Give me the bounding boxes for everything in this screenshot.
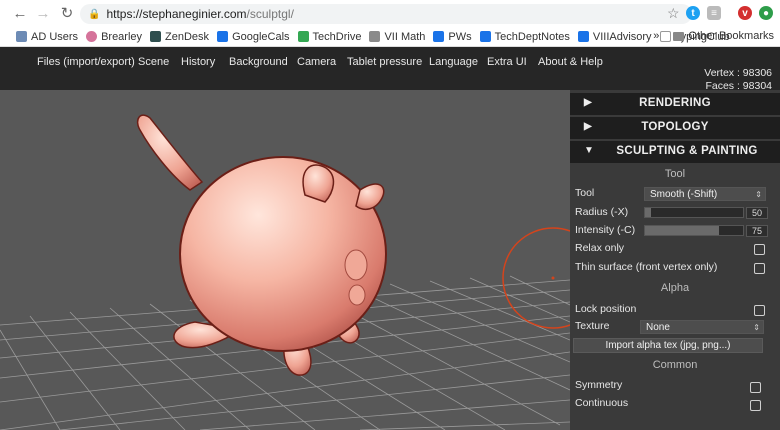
- thin-surface-checkbox[interactable]: [754, 263, 765, 274]
- texture-label: Texture: [575, 320, 610, 332]
- bookmark-label: PWs: [448, 30, 472, 43]
- import-alpha-button[interactable]: Import alpha tex (jpg, png...): [573, 338, 763, 353]
- menu-camera[interactable]: Camera: [297, 56, 336, 68]
- symmetry-checkbox[interactable]: [750, 382, 761, 393]
- section-rendering[interactable]: ▶ RENDERING: [570, 93, 780, 115]
- section-topology[interactable]: ▶ TOPOLOGY: [570, 117, 780, 139]
- bookmark-label: Brearley: [101, 30, 143, 43]
- green-extension-icon[interactable]: ●: [759, 6, 773, 20]
- common-subheader: Common: [652, 359, 698, 371]
- bookmark-viiiadvisory[interactable]: VIIIAdvisory: [577, 30, 652, 43]
- bookmark-brearley[interactable]: Brearley: [86, 31, 142, 43]
- menu-history[interactable]: History: [181, 56, 215, 68]
- lock-position-label: Lock position: [575, 303, 637, 315]
- bookmark-label: ZenDesk: [165, 30, 210, 43]
- bookmark-label: AD Users: [31, 30, 79, 43]
- bookmark-label: VII Math: [384, 30, 426, 43]
- tool-select[interactable]: Smooth (-Shift) ⇕: [644, 187, 766, 201]
- bookmark-googlecals[interactable]: GoogleCals: [217, 30, 290, 43]
- bookmark-label: TechDeptNotes: [494, 30, 570, 43]
- radius-slider[interactable]: [644, 207, 744, 218]
- bookmarks-overflow[interactable]: » Other Bookmarks: [653, 30, 774, 42]
- menu-tablet-pressure[interactable]: Tablet pressure: [347, 56, 422, 68]
- forward-icon[interactable]: →: [33, 3, 53, 23]
- intensity-slider[interactable]: [644, 225, 744, 236]
- radius-value[interactable]: 50: [746, 207, 768, 219]
- back-icon[interactable]: ←: [10, 3, 30, 23]
- bookmark-techdrive[interactable]: TechDrive: [297, 30, 362, 43]
- bookmark-label: TechDrive: [312, 30, 362, 43]
- relax-only-checkbox[interactable]: [754, 244, 765, 255]
- profile-extension-icon[interactable]: v: [738, 6, 752, 20]
- menu-about-help[interactable]: About & Help: [538, 56, 603, 68]
- menu-files[interactable]: Files (import/export): [37, 56, 135, 68]
- relax-only-label: Relax only: [575, 242, 625, 254]
- bookmark-icon: [16, 31, 27, 42]
- bookmarks-bar: AD Users Brearley ZenDesk GoogleCals Tec…: [0, 27, 780, 47]
- bookmark-icon: [150, 31, 162, 42]
- viewport-canvas[interactable]: [0, 90, 570, 430]
- bookmark-zendesk[interactable]: ZenDesk: [150, 31, 209, 43]
- texture-select-value: None: [646, 322, 670, 333]
- brush-cursor-dot: [551, 276, 555, 280]
- radius-label: Radius (-X): [575, 206, 629, 218]
- section-title: TOPOLOGY: [641, 121, 709, 133]
- tools-panel: ▶ RENDERING ▶ TOPOLOGY ▼ SCULPTING & PAI…: [570, 90, 780, 430]
- brush-cursor-ring: [502, 227, 570, 329]
- intensity-slider-fill: [645, 226, 719, 235]
- bookmark-icon: [433, 31, 445, 42]
- tool-label: Tool: [575, 187, 595, 199]
- continuous-checkbox[interactable]: [750, 400, 761, 411]
- sculpt-viewport[interactable]: [0, 90, 570, 430]
- continuous-label: Continuous: [575, 397, 629, 409]
- intensity-label: Intensity (-C): [575, 224, 636, 236]
- menu-background[interactable]: Background: [229, 56, 288, 68]
- bookmark-vii-math[interactable]: VII Math: [369, 31, 425, 43]
- url-path: /sculptgl/: [246, 7, 294, 21]
- texture-select[interactable]: None ⇕: [640, 320, 764, 334]
- bookmark-techdeptnotes[interactable]: TechDeptNotes: [479, 30, 570, 43]
- menu-extra-ui[interactable]: Extra UI: [487, 56, 527, 68]
- browser-toolbar: ← → ↻ 🔒 https://stephaneginier.com/sculp…: [0, 0, 780, 27]
- menu-language[interactable]: Language: [429, 56, 478, 68]
- bookmark-label: VIIIAdvisory: [592, 30, 652, 43]
- twitter-extension-icon[interactable]: t: [686, 6, 700, 20]
- sculpt-model[interactable]: [136, 114, 387, 376]
- app-menu-bar: Files (import/export) Scene History Back…: [0, 47, 780, 92]
- url-host: https://stephaneginier.com: [106, 7, 247, 21]
- folder-icon: [673, 31, 685, 41]
- reload-icon[interactable]: ↻: [57, 3, 77, 23]
- bookmark-pws[interactable]: PWs: [433, 30, 472, 43]
- menu-scene[interactable]: Scene: [138, 56, 169, 68]
- alpha-subheader: Alpha: [660, 282, 690, 294]
- tool-subheader: Tool: [664, 168, 686, 180]
- select-arrows-icon: ⇕: [753, 323, 760, 332]
- vertex-count: Vertex : 98306: [704, 67, 772, 79]
- symmetry-label: Symmetry: [575, 379, 623, 391]
- reader-extension-icon[interactable]: ≡: [707, 6, 721, 20]
- select-arrows-icon: ⇕: [755, 190, 762, 199]
- bookmark-icon: [479, 31, 491, 42]
- section-sculpting-painting[interactable]: ▼ SCULPTING & PAINTING: [570, 141, 780, 163]
- bookmark-icon: [577, 31, 589, 42]
- address-bar[interactable]: 🔒 https://stephaneginier.com/sculptgl/: [80, 4, 692, 24]
- bookmark-icon: [217, 31, 229, 42]
- tool-select-value: Smooth (-Shift): [650, 189, 718, 200]
- bookmark-star-icon[interactable]: ☆: [667, 5, 680, 22]
- folder-icon: [369, 31, 381, 42]
- more-bookmarks-icon[interactable]: »: [653, 30, 659, 42]
- radius-slider-fill: [645, 208, 651, 217]
- thin-surface-label: Thin surface (front vertex only): [575, 261, 718, 273]
- intensity-value[interactable]: 75: [746, 225, 768, 237]
- other-bookmarks-label: Other Bookmarks: [688, 30, 774, 42]
- section-title: RENDERING: [639, 97, 711, 109]
- lock-icon: 🔒: [88, 8, 101, 20]
- bookmark-label: GoogleCals: [232, 30, 290, 43]
- lock-position-checkbox[interactable]: [754, 305, 765, 316]
- bookmark-icon: [86, 31, 98, 42]
- bookmark-ad-users[interactable]: AD Users: [16, 31, 78, 43]
- section-title: SCULPTING & PAINTING: [616, 145, 758, 157]
- bookmark-icon: [297, 31, 309, 42]
